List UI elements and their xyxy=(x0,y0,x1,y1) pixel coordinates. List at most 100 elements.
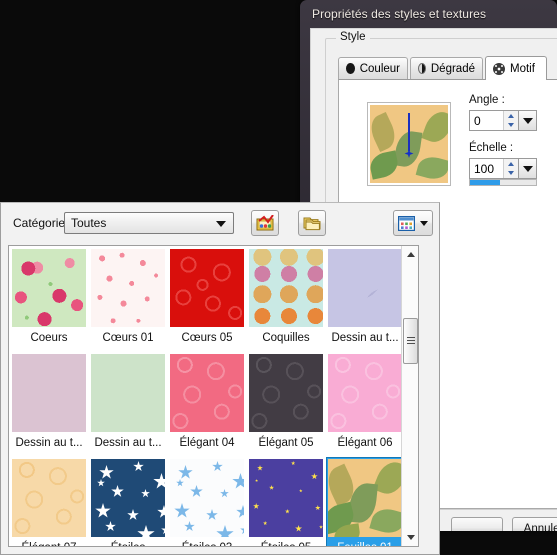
pattern-texture xyxy=(249,459,323,537)
pattern-label: Élégant 07 xyxy=(10,539,88,546)
pattern-cell[interactable]: Coeurs xyxy=(10,247,88,352)
pattern-cell[interactable]: Feuilles 01 xyxy=(326,457,404,546)
ok-button[interactable] xyxy=(451,517,503,531)
pattern-cell[interactable]: Dessin au t... xyxy=(10,352,88,457)
groupbox-legend: Style xyxy=(336,31,370,43)
angle-spin-up[interactable] xyxy=(504,111,518,121)
star-shape xyxy=(161,525,165,535)
scroll-up-button[interactable] xyxy=(402,246,418,263)
tab-degrade[interactable]: Dégradé xyxy=(410,57,483,79)
pattern-label: Étoiles xyxy=(89,539,167,546)
star-shape xyxy=(253,503,260,509)
pattern-cell[interactable]: Cœurs 01 xyxy=(89,247,167,352)
folder-stack-button[interactable] xyxy=(298,210,326,236)
cancel-button[interactable]: Annuler xyxy=(512,517,557,531)
dialog-titlebar[interactable]: Propriétés des styles et textures xyxy=(300,0,557,28)
scroll-down-button[interactable] xyxy=(402,529,418,546)
angle-spinner[interactable]: 0 xyxy=(469,110,537,131)
pattern-swatch[interactable] xyxy=(170,249,244,327)
pattern-label: Étoiles 05 xyxy=(247,539,325,546)
pattern-cell[interactable]: Dessin au t... xyxy=(89,352,167,457)
pattern-texture xyxy=(91,249,165,327)
pattern-swatch[interactable] xyxy=(91,249,165,327)
pattern-cell[interactable]: Dessin au t... xyxy=(326,247,404,352)
leaf-shape xyxy=(369,505,402,537)
view-options-button[interactable] xyxy=(393,210,433,236)
pattern-swatch[interactable] xyxy=(170,354,244,432)
pattern-grid-frame: Coeurs Cœurs 01 Cœurs 05 Coquilles Dessin au… xyxy=(8,245,419,547)
pattern-cell[interactable]: Étoiles xyxy=(89,457,167,546)
angle-dropdown-button[interactable] xyxy=(518,111,536,130)
echelle-spin-up[interactable] xyxy=(504,159,518,169)
echelle-slider[interactable] xyxy=(469,179,537,186)
pattern-texture xyxy=(170,354,244,432)
star-shape xyxy=(111,485,124,497)
scrollbar-thumb[interactable] xyxy=(403,318,418,364)
echelle-label: Échelle : xyxy=(469,142,514,154)
pattern-texture xyxy=(328,249,402,327)
tab-motif-label: Motif xyxy=(510,62,535,75)
star-shape xyxy=(285,509,290,514)
pattern-swatch[interactable] xyxy=(249,459,323,537)
pattern-cell[interactable]: Élégant 06 xyxy=(326,352,404,457)
pattern-swatch[interactable] xyxy=(91,354,165,432)
star-shape xyxy=(315,505,321,511)
star-shape xyxy=(206,509,218,520)
angle-indicator-line[interactable] xyxy=(408,113,410,151)
star-layer xyxy=(249,459,323,537)
pattern-grid-scrollbar[interactable] xyxy=(401,246,418,546)
pattern-cell[interactable]: Étoiles 03 xyxy=(168,457,246,546)
pattern-swatch[interactable] xyxy=(170,459,244,537)
pattern-texture xyxy=(328,459,402,537)
echelle-value[interactable]: 100 xyxy=(470,159,503,178)
star-shape xyxy=(178,465,193,479)
pattern-cell[interactable]: Élégant 04 xyxy=(168,352,246,457)
pattern-cell[interactable]: Cœurs 05 xyxy=(168,247,246,352)
edit-pattern-button[interactable] xyxy=(251,210,279,236)
category-combobox[interactable]: Toutes xyxy=(64,212,234,234)
solid-circle-icon xyxy=(346,63,355,74)
pattern-swatch[interactable] xyxy=(12,249,86,327)
star-shape xyxy=(157,505,165,518)
pattern-swatch[interactable] xyxy=(328,354,402,432)
echelle-dropdown-button[interactable] xyxy=(518,159,536,178)
pattern-cell[interactable]: Élégant 05 xyxy=(247,352,325,457)
category-value: Toutes xyxy=(71,216,107,230)
pattern-preview[interactable] xyxy=(367,102,451,186)
pattern-label: Étoiles 03 xyxy=(168,539,246,546)
pattern-texture xyxy=(91,354,165,432)
category-label: Catégorie : xyxy=(13,216,72,230)
pattern-swatch[interactable] xyxy=(12,459,86,537)
pattern-swatch[interactable] xyxy=(328,249,402,327)
pattern-cell[interactable]: Élégant 07 xyxy=(10,457,88,546)
tab-degrade-label: Dégradé xyxy=(430,62,475,75)
pattern-texture xyxy=(12,354,86,432)
chevron-down-icon xyxy=(216,221,226,227)
star-shape xyxy=(240,525,244,535)
star-shape xyxy=(319,525,323,529)
pattern-swatch[interactable] xyxy=(91,459,165,537)
tab-couleur[interactable]: Couleur xyxy=(338,57,408,79)
pattern-label: Élégant 06 xyxy=(337,437,393,449)
scroll-down-arrow-icon xyxy=(406,535,415,540)
angle-value[interactable]: 0 xyxy=(470,111,503,130)
pattern-swatch[interactable] xyxy=(249,249,323,327)
pattern-swatch[interactable] xyxy=(249,354,323,432)
echelle-spin-arrows[interactable] xyxy=(503,159,518,178)
pattern-label: Dessin au t... xyxy=(331,332,399,344)
echelle-spin-down[interactable] xyxy=(504,169,518,179)
pattern-cell[interactable]: Étoiles 05 xyxy=(247,457,325,546)
angle-spin-arrows[interactable] xyxy=(503,111,518,130)
pattern-label: Coeurs xyxy=(30,332,68,344)
pattern-swatch[interactable] xyxy=(328,459,402,537)
triangle-up-icon xyxy=(508,113,514,118)
tab-motif[interactable]: Motif xyxy=(485,56,547,80)
angle-spin-down[interactable] xyxy=(504,121,518,131)
star-shape xyxy=(105,521,116,532)
star-layer xyxy=(170,459,244,537)
echelle-spinner[interactable]: 100 xyxy=(469,158,537,179)
grip-lines-icon xyxy=(406,336,415,346)
pattern-swatch[interactable] xyxy=(12,354,86,432)
pattern-cell[interactable]: Coquilles xyxy=(247,247,325,352)
pattern-texture xyxy=(328,354,402,432)
